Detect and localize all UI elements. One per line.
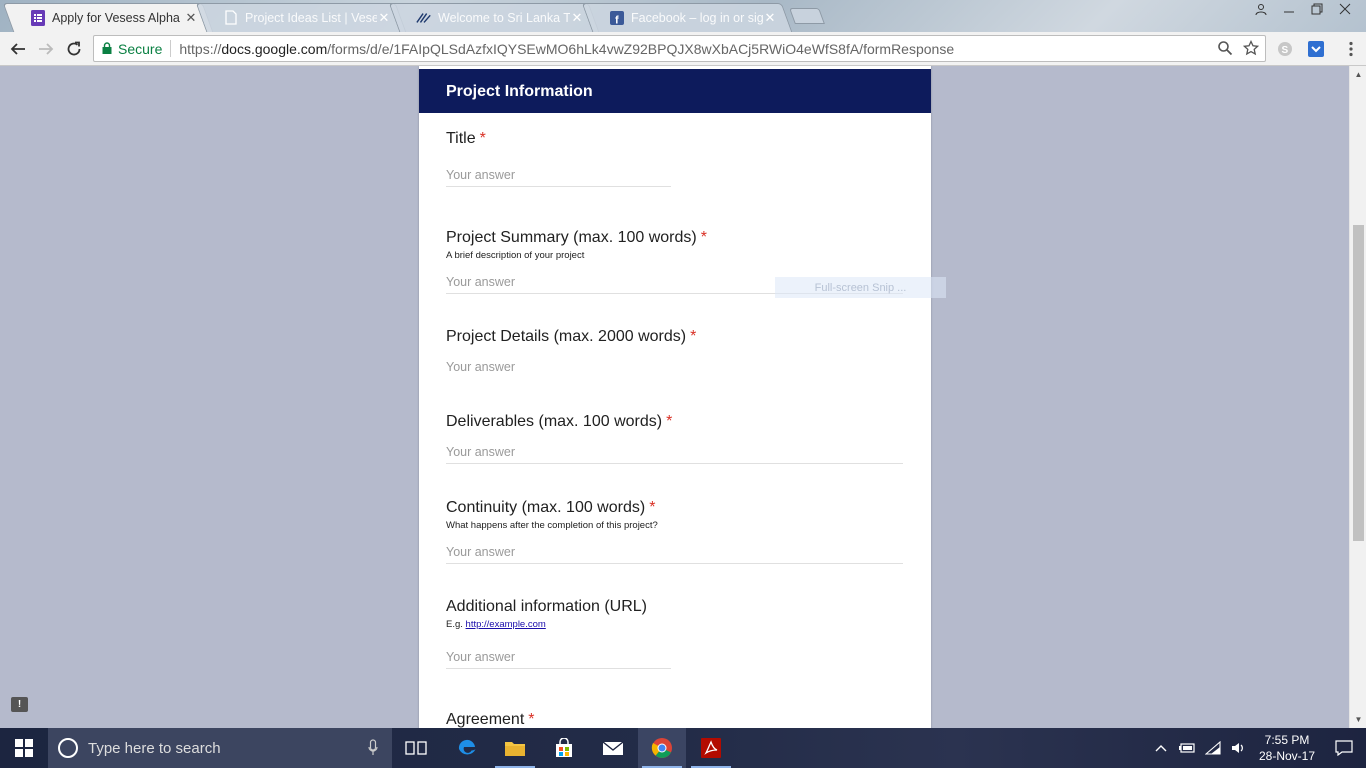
secure-indicator[interactable]: Secure: [94, 41, 162, 57]
url-text: https://docs.google.com/forms/d/e/1FAIpQ…: [179, 40, 955, 57]
question-help: A brief description of your project: [446, 250, 585, 261]
question-continuity: Continuity (max. 100 words) * What happen…: [446, 499, 658, 531]
question-help: E.g. http://example.com: [446, 619, 546, 630]
zoom-icon[interactable]: [1217, 40, 1233, 59]
question-title: Title *: [446, 130, 486, 148]
tab-project-ideas-list[interactable]: Project Ideas List | Vesess ✕: [195, 3, 407, 32]
chrome-icon[interactable]: [638, 728, 686, 768]
wifi-icon[interactable]: [1200, 741, 1226, 755]
tab-close-icon[interactable]: ✕: [184, 10, 198, 26]
continuity-input[interactable]: Your answer: [446, 545, 903, 564]
new-tab-button[interactable]: [789, 8, 825, 24]
question-label: Title: [446, 130, 476, 147]
example-link[interactable]: http://example.com: [466, 619, 546, 630]
skype-extension-icon[interactable]: S: [1276, 40, 1294, 58]
lock-icon: [102, 41, 112, 57]
tab-apply-for-vesess-alpha[interactable]: Apply for Vesess Alpha ✕: [2, 3, 214, 32]
required-mark: *: [649, 499, 656, 516]
clock-date: 28-Nov-17: [1258, 749, 1316, 763]
title-input[interactable]: Your answer: [446, 168, 671, 187]
secure-label: Secure: [118, 40, 163, 57]
required-mark: *: [700, 229, 707, 246]
tab-close-icon[interactable]: ✕: [570, 10, 584, 26]
feedback-icon[interactable]: !: [11, 697, 28, 712]
close-window-icon[interactable]: [1332, 0, 1358, 18]
browser-toolbar: Secure https://docs.google.com/forms/d/e…: [0, 32, 1366, 66]
scroll-down-icon[interactable]: ▼: [1350, 711, 1366, 728]
clock-time: 7:55 PM: [1264, 733, 1310, 747]
section-header: Project Information: [419, 69, 931, 113]
question-label: Project Summary (max. 100 words): [446, 229, 697, 246]
required-mark: *: [666, 413, 673, 430]
question-label: Project Details (max. 2000 words): [446, 328, 687, 345]
action-center-icon[interactable]: [1322, 740, 1366, 756]
question-help: What happens after the completion of thi…: [446, 520, 658, 531]
mail-icon[interactable]: [589, 728, 637, 768]
question-project-details: Project Details (max. 2000 words) *: [446, 328, 696, 346]
battery-icon[interactable]: [1174, 742, 1200, 754]
document-icon: [223, 10, 239, 26]
site-logo-icon: [416, 10, 432, 26]
restore-icon[interactable]: [1304, 0, 1330, 18]
question-deliverables: Deliverables (max. 100 words) *: [446, 413, 672, 431]
window-controls: [1248, 0, 1358, 18]
tab-title: Welcome to Sri Lanka Te: [438, 10, 570, 25]
page-scrollbar[interactable]: ▲ ▼: [1349, 66, 1366, 728]
question-project-summary: Project Summary (max. 100 words) * A brie…: [446, 229, 707, 261]
volume-icon[interactable]: [1226, 741, 1252, 755]
forward-icon[interactable]: [34, 37, 58, 61]
question-label: Agreement: [446, 711, 525, 728]
tab-close-icon[interactable]: ✕: [377, 10, 391, 26]
project-details-input[interactable]: Your answer: [446, 360, 903, 378]
tab-welcome-sri-lanka[interactable]: Welcome to Sri Lanka Te ✕: [388, 3, 600, 32]
back-icon[interactable]: [6, 37, 30, 61]
cortana-icon: [58, 738, 78, 758]
deliverables-input[interactable]: Your answer: [446, 445, 903, 464]
tab-title: Apply for Vesess Alpha: [52, 10, 180, 25]
clock[interactable]: 7:55 PM 28-Nov-17: [1252, 732, 1322, 764]
tab-title: Facebook – log in or sign: [631, 10, 763, 25]
additional-information-input[interactable]: Your answer: [446, 650, 671, 669]
required-mark: *: [479, 130, 486, 147]
tab-close-icon[interactable]: ✕: [763, 10, 777, 26]
question-label: Continuity (max. 100 words): [446, 499, 646, 516]
google-forms-icon: [30, 9, 46, 26]
taskbar-search-box[interactable]: Type here to search: [48, 728, 392, 768]
windows-start-icon[interactable]: [0, 728, 48, 768]
question-label: Deliverables (max. 100 words): [446, 413, 663, 430]
taskbar: Type here to search 7:55 PM 28-Nov-17: [0, 728, 1366, 768]
tab-facebook[interactable]: f Facebook – log in or sign ✕: [581, 3, 793, 32]
show-hidden-icons-icon[interactable]: [1148, 744, 1174, 752]
pocket-extension-icon[interactable]: [1307, 40, 1325, 58]
tab-title: Project Ideas List | Vesess: [245, 10, 377, 25]
scroll-thumb[interactable]: [1353, 225, 1364, 541]
acrobat-icon[interactable]: [687, 728, 735, 768]
task-view-icon[interactable]: [392, 728, 440, 768]
page-viewport: Project Information Title * Your answer P…: [0, 66, 1349, 728]
profile-icon[interactable]: [1248, 0, 1274, 18]
form-card: Project Information Title * Your answer P…: [419, 66, 931, 728]
svg-text:S: S: [1282, 45, 1289, 56]
browser-menu-icon[interactable]: [1342, 40, 1360, 58]
system-tray: 7:55 PM 28-Nov-17: [1148, 728, 1366, 768]
microphone-icon[interactable]: [368, 739, 378, 761]
bookmark-star-icon[interactable]: [1242, 39, 1260, 59]
file-explorer-icon[interactable]: [491, 728, 539, 768]
scroll-up-icon[interactable]: ▲: [1350, 66, 1366, 83]
facebook-icon: f: [609, 10, 625, 26]
address-bar[interactable]: Secure https://docs.google.com/forms/d/e…: [93, 35, 1266, 62]
question-label: Additional information (URL): [446, 598, 647, 615]
question-additional-information: Additional information (URL) E.g. http:/…: [446, 598, 647, 630]
svg-text:f: f: [615, 14, 619, 25]
question-agreement: Agreement *: [446, 711, 535, 728]
search-placeholder: Type here to search: [88, 739, 221, 757]
reload-icon[interactable]: [62, 37, 86, 61]
store-icon[interactable]: [540, 728, 588, 768]
edge-icon[interactable]: [443, 728, 491, 768]
required-mark: *: [690, 328, 697, 345]
browser-tab-strip: Apply for Vesess Alpha ✕ Project Ideas L…: [0, 0, 1366, 32]
minimize-icon[interactable]: [1276, 0, 1302, 18]
snip-overlay: Full-screen Snip ...: [775, 277, 946, 298]
required-mark: *: [528, 711, 535, 728]
